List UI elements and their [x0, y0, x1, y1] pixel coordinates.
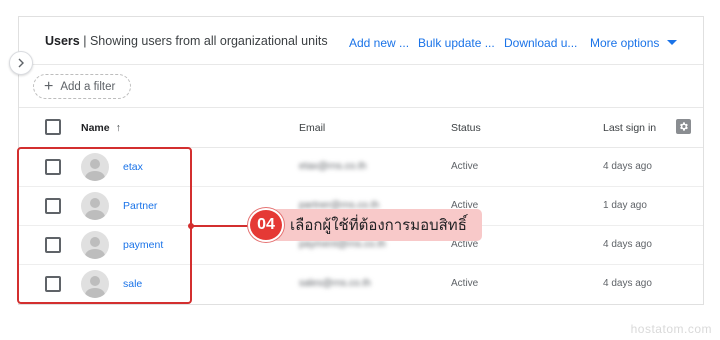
gear-icon[interactable] [676, 119, 691, 134]
watermark: hostatom.com [630, 322, 712, 336]
column-name-header[interactable]: Name ↑ [81, 122, 121, 134]
user-last-sign-in: 4 days ago [603, 239, 652, 250]
step-callout: เลือกผู้ใช้ที่ต้องการมอบสิทธิ์ 04 [248, 208, 482, 242]
column-last-sign-in-header[interactable]: Last sign in [603, 122, 656, 134]
more-options-label: More options [590, 36, 660, 50]
step-number-badge: 04 [248, 208, 284, 242]
column-status-header[interactable]: Status [451, 122, 481, 134]
sort-ascending-icon: ↑ [115, 122, 121, 134]
caret-down-icon [667, 40, 678, 45]
annotation-connector-line [191, 225, 253, 227]
more-options-button[interactable]: More options [590, 36, 678, 50]
add-filter-label: Add a filter [60, 80, 116, 93]
plus-icon: + [44, 77, 54, 95]
table-header: Name ↑ Email Status Last sign in [19, 108, 703, 148]
column-email-header[interactable]: Email [299, 122, 325, 134]
bulk-update-button[interactable]: Bulk update ... [418, 36, 495, 50]
download-users-button[interactable]: Download u... [504, 36, 577, 50]
selection-highlight-box [17, 147, 192, 304]
connector-dot [188, 223, 194, 229]
user-last-sign-in: 1 day ago [603, 200, 647, 211]
add-new-button[interactable]: Add new ... [349, 36, 409, 50]
page-title: Users | Showing users from all organizat… [45, 34, 328, 48]
user-last-sign-in: 4 days ago [603, 161, 652, 172]
add-filter-button[interactable]: + Add a filter [33, 74, 131, 99]
step-number: 04 [257, 216, 275, 233]
user-email: etax@rns.co.th [299, 161, 367, 172]
user-status: Active [451, 278, 479, 289]
select-all-checkbox[interactable] [45, 119, 61, 135]
title-users: Users [45, 34, 80, 48]
callout-text: เลือกผู้ใช้ที่ต้องการมอบสิทธิ์ [290, 216, 467, 234]
title-scope: | Showing users from all organizational … [83, 34, 328, 48]
filter-bar: + Add a filter [19, 65, 703, 108]
panel-header: Users | Showing users from all organizat… [19, 17, 703, 65]
user-email: sales@rns.co.th [299, 278, 371, 289]
column-name-label: Name [81, 122, 110, 134]
user-last-sign-in: 4 days ago [603, 278, 652, 289]
callout-pill: เลือกผู้ใช้ที่ต้องการมอบสิทธิ์ [272, 209, 482, 241]
user-status: Active [451, 161, 479, 172]
collapse-panel-button[interactable] [9, 51, 33, 75]
chevron-right-icon [18, 58, 24, 68]
